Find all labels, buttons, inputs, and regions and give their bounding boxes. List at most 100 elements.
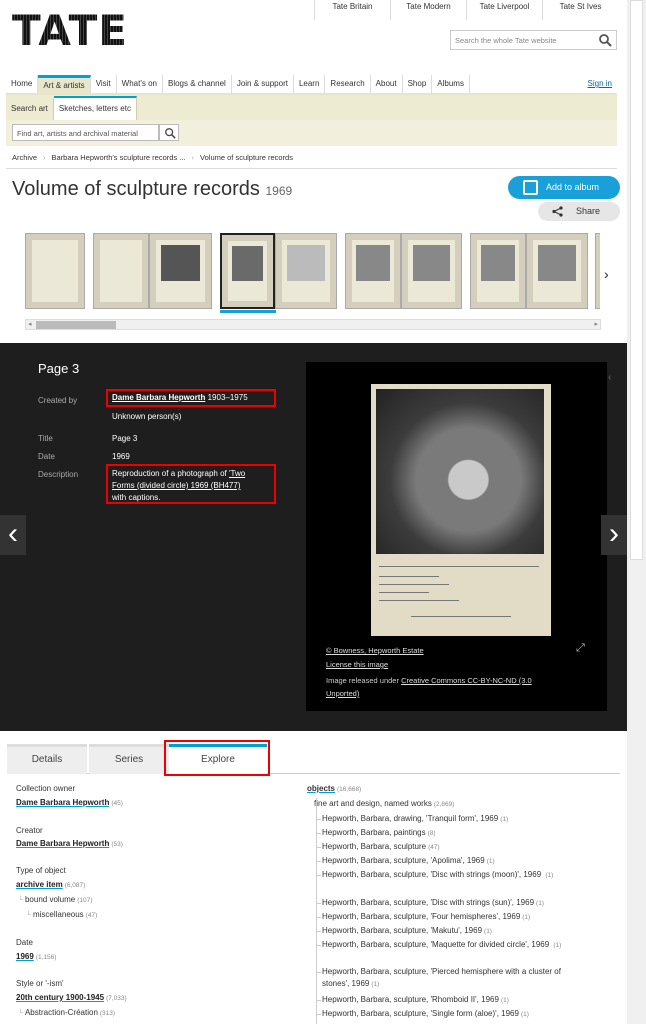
tate-logo[interactable]: TATE [12, 6, 128, 55]
main-nav: Home Art & artists Visit What's on Blogs… [6, 75, 617, 95]
previous-page-button[interactable]: ‹ [0, 515, 26, 555]
thumbnail-page-selected[interactable] [220, 233, 275, 309]
find-art-button[interactable] [159, 124, 179, 141]
date-facet: 1969 (1,156) [16, 952, 57, 961]
site-link-tate-britain[interactable]: Tate Britain [314, 0, 390, 20]
thumbnail-page[interactable] [93, 233, 149, 309]
scroll-right-icon[interactable]: ▸ [594, 320, 598, 329]
site-link-tate-st-ives[interactable]: Tate St Ives [542, 0, 618, 20]
named-work-item[interactable]: Hepworth, Barbara, sculpture, 'Single fo… [316, 1008, 592, 1021]
thumbnail-page[interactable] [149, 233, 212, 309]
breadcrumb-current: Volume of sculpture records [200, 153, 293, 162]
page-title-text: Volume of sculpture records [12, 178, 260, 200]
named-work-item[interactable]: Hepworth, Barbara, sculpture, 'Maquette … [316, 939, 592, 952]
chevron-right-icon: › [609, 517, 619, 550]
named-work-item[interactable]: Hepworth, Barbara, sculpture, 'Makutu', … [316, 925, 592, 938]
highlight-box [164, 740, 270, 776]
sign-in-link[interactable]: Sign in [583, 75, 617, 93]
breadcrumb-archive[interactable]: Archive [12, 153, 37, 162]
nav-visit[interactable]: Visit [91, 75, 117, 93]
named-work-item[interactable]: Hepworth, Barbara, paintings (8) [316, 827, 592, 840]
type-sub-facet[interactable]: miscellaneous(47) [26, 910, 97, 919]
named-work-item[interactable]: Hepworth, Barbara, drawing, 'Tranquil fo… [316, 813, 592, 826]
page-scrollbar-thumb[interactable] [630, 0, 643, 560]
thumbnail-page[interactable] [275, 233, 337, 309]
tab-details[interactable]: Details [7, 744, 87, 774]
license-image-link[interactable]: License this image [326, 660, 388, 669]
nav-join-support[interactable]: Join & support [232, 75, 294, 93]
subnav-sketches-letters[interactable]: Sketches, letters etc [53, 96, 137, 120]
search-icon[interactable] [598, 33, 612, 47]
thumbnail-page[interactable] [401, 233, 462, 309]
named-work-item[interactable]: Hepworth, Barbara, sculpture, 'Disc with… [316, 897, 592, 910]
nav-art-artists[interactable]: Art & artists [38, 75, 91, 93]
thumbnail-page[interactable] [526, 233, 588, 309]
find-art-input[interactable]: Find art, artists and archival material [12, 124, 159, 141]
creator-link[interactable]: Dame Barbara Hepworth [112, 393, 205, 402]
add-to-album-button[interactable]: Add to album [508, 176, 620, 199]
share-button[interactable]: Share [538, 202, 620, 221]
selected-thumbnail-indicator [220, 310, 276, 313]
thumbnail-page[interactable] [345, 233, 401, 309]
site-search-input[interactable]: Search the whole Tate website [450, 30, 617, 50]
site-link-tate-modern[interactable]: Tate Modern [390, 0, 466, 20]
chevron-right-icon[interactable]: › [604, 266, 609, 282]
site-search-placeholder: Search the whole Tate website [455, 36, 557, 45]
expand-icon[interactable]: ⤢ [576, 642, 585, 655]
creator-facet: Dame Barbara Hepworth (53) [16, 839, 123, 848]
page-title: Volume of sculpture records 1969 [12, 178, 292, 201]
description-link[interactable]: 'Two [229, 469, 245, 478]
breadcrumb-sculpture-records[interactable]: Barbara Hepworth's sculpture records ... [52, 153, 186, 162]
nav-home[interactable]: Home [6, 75, 39, 93]
archive-finder: Find art, artists and archival material [6, 120, 617, 146]
artwork-image[interactable] [371, 384, 551, 636]
style-sub-facet[interactable]: Abstraction-Création(313) [18, 1008, 115, 1017]
named-work-item[interactable]: Hepworth, Barbara, sculpture, 'Pierced h… [316, 966, 567, 991]
page-scrollbar[interactable] [627, 0, 646, 1024]
site-link-tate-liverpool[interactable]: Tate Liverpool [466, 0, 542, 20]
scroll-left-icon[interactable]: ◂ [28, 320, 32, 329]
next-page-button[interactable]: › [601, 515, 627, 555]
thumbnail-page[interactable] [470, 233, 526, 309]
cc-license-link-2[interactable]: Unported) [326, 689, 359, 698]
license-statement: Image released under Creative Commons CC… [326, 676, 532, 698]
style-facet-label: Style or '-ism' [16, 979, 64, 988]
collection-owner-facet: Dame Barbara Hepworth (45) [16, 798, 123, 807]
sub-nav: Search art Sketches, letters etc [6, 95, 617, 120]
divider [6, 168, 617, 169]
type-facet: archive item (6,087) [16, 880, 86, 889]
type-facet-label: Type of object [16, 866, 66, 875]
named-work-item[interactable]: Hepworth, Barbara, sculpture (47) [316, 841, 592, 854]
named-work-item[interactable]: Hepworth, Barbara, sculpture, 'Disc with… [316, 869, 592, 882]
thumbnail-scrollbar[interactable]: ◂ ▸ [25, 319, 601, 330]
find-art-placeholder: Find art, artists and archival material [17, 129, 138, 138]
scrollbar-thumb[interactable] [36, 321, 116, 329]
nav-research[interactable]: Research [325, 75, 371, 93]
description-link-2[interactable]: Forms (divided circle) 1969 (BH477) [112, 481, 241, 490]
search-icon [165, 128, 176, 139]
nav-about[interactable]: About [371, 75, 403, 93]
thumbnail-page[interactable] [25, 233, 85, 309]
named-work-item[interactable]: Hepworth, Barbara, sculpture, 'Rhomboid … [316, 994, 592, 1007]
type-sub-facet[interactable]: bound volume(107) [18, 895, 92, 904]
copyright-link[interactable]: © Bowness, Hepworth Estate [326, 646, 424, 655]
collapse-icon[interactable]: ‹ [608, 372, 611, 383]
named-work-item[interactable]: Hepworth, Barbara, sculpture, 'Apolima',… [316, 855, 592, 868]
creator-dates: 1903–1975 [207, 393, 248, 402]
date-label: Date [38, 452, 55, 461]
collection-owner-label: Collection owner [16, 784, 76, 793]
nav-blogs[interactable]: Blogs & channel [163, 75, 232, 93]
nav-whats-on[interactable]: What's on [117, 75, 163, 93]
album-add-icon [523, 180, 538, 195]
thumbnail-page[interactable] [595, 233, 600, 309]
breadcrumb: Archive › Barbara Hepworth's sculpture r… [12, 153, 293, 162]
subnav-search-art[interactable]: Search art [6, 98, 54, 120]
named-work-item[interactable]: Hepworth, Barbara, sculpture, 'Four hemi… [316, 911, 592, 924]
cc-license-link[interactable]: Creative Commons CC-BY-NC-ND (3.0 [401, 676, 532, 685]
nav-learn[interactable]: Learn [294, 75, 326, 93]
nav-shop[interactable]: Shop [403, 75, 433, 93]
share-label: Share [576, 206, 601, 216]
tab-series[interactable]: Series [89, 744, 169, 774]
nav-albums[interactable]: Albums [432, 75, 470, 93]
title-value: Page 3 [112, 434, 138, 443]
